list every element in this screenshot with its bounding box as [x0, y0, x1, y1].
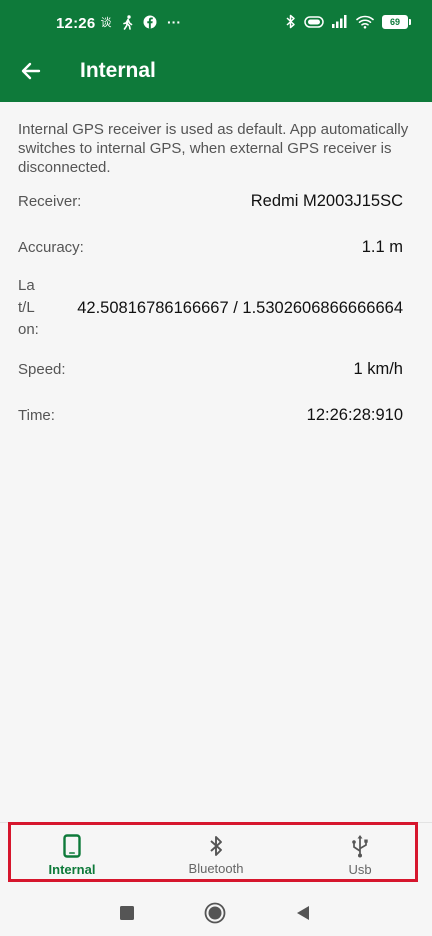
speed-value: 1 km/h [353, 359, 403, 378]
description-text: Internal GPS receiver is used as default… [18, 121, 409, 176]
latlon-row: Lat/Lon: 42.50816786166667 / 1.530260686… [18, 270, 403, 346]
app-bar: Internal [0, 48, 432, 102]
more-icon: ··· [167, 14, 181, 30]
chinese-text-icon: 谈 [100, 17, 112, 29]
latlon-value: 42.50816786166667 / 1.5302606866666664 [77, 298, 403, 317]
back-button[interactable] [16, 56, 46, 86]
time-label: Time: [18, 406, 55, 424]
time-row: Time: 12:26:28:910 [18, 404, 403, 426]
back-triangle-icon [297, 906, 309, 920]
recents-button[interactable] [116, 902, 138, 924]
arrow-left-icon [21, 62, 41, 80]
nav-usb-label: Usb [348, 861, 372, 877]
receiver-value: Redmi M2003J15SC [250, 191, 403, 210]
walking-icon [121, 14, 135, 30]
top-bar: 12:26 谈 ··· 69 Internal [0, 0, 432, 102]
status-bar: 12:26 谈 ··· 69 [0, 0, 432, 48]
signal-icon [332, 15, 348, 28]
time-value: 12:26:28:910 [306, 405, 403, 424]
receiver-row: Receiver: Redmi M2003J15SC [18, 190, 403, 212]
nav-usb[interactable]: Usb [288, 823, 432, 887]
status-time: 12:26 [56, 15, 96, 32]
vibrate-icon [304, 15, 324, 28]
phone-icon [63, 833, 81, 858]
receiver-label: Receiver: [18, 192, 82, 210]
bluetooth-icon [286, 14, 296, 29]
home-circle-icon [204, 902, 226, 924]
system-navigation [0, 886, 432, 936]
nav-bluetooth-label: Bluetooth [188, 860, 244, 876]
info-description: Internal GPS receiver is used as default… [18, 120, 411, 177]
home-button[interactable] [204, 902, 226, 924]
latlon-label: Lat/Lon: [18, 277, 39, 338]
accuracy-label: Accuracy: [18, 238, 84, 256]
nav-internal-label: Internal [48, 861, 96, 877]
recents-square-icon [120, 906, 134, 920]
bluetooth-icon [210, 835, 222, 856]
speed-row: Speed: 1 km/h [18, 358, 403, 380]
system-back-button[interactable] [292, 902, 314, 924]
page-title: Internal [80, 59, 156, 82]
wifi-icon [356, 15, 374, 29]
bottom-navigation: Internal Bluetooth Usb [0, 822, 432, 887]
status-left-icons: 谈 ··· [99, 14, 183, 30]
nav-bluetooth[interactable]: Bluetooth [144, 823, 288, 887]
accuracy-value: 1.1 m [361, 237, 403, 256]
battery-icon: 69 [382, 14, 411, 29]
status-right-icons: 69 [286, 14, 411, 29]
facebook-icon [143, 14, 157, 30]
speed-label: Speed: [18, 360, 66, 378]
usb-icon [352, 834, 368, 857]
nav-internal[interactable]: Internal [0, 823, 144, 887]
accuracy-row: Accuracy: 1.1 m [18, 236, 403, 258]
